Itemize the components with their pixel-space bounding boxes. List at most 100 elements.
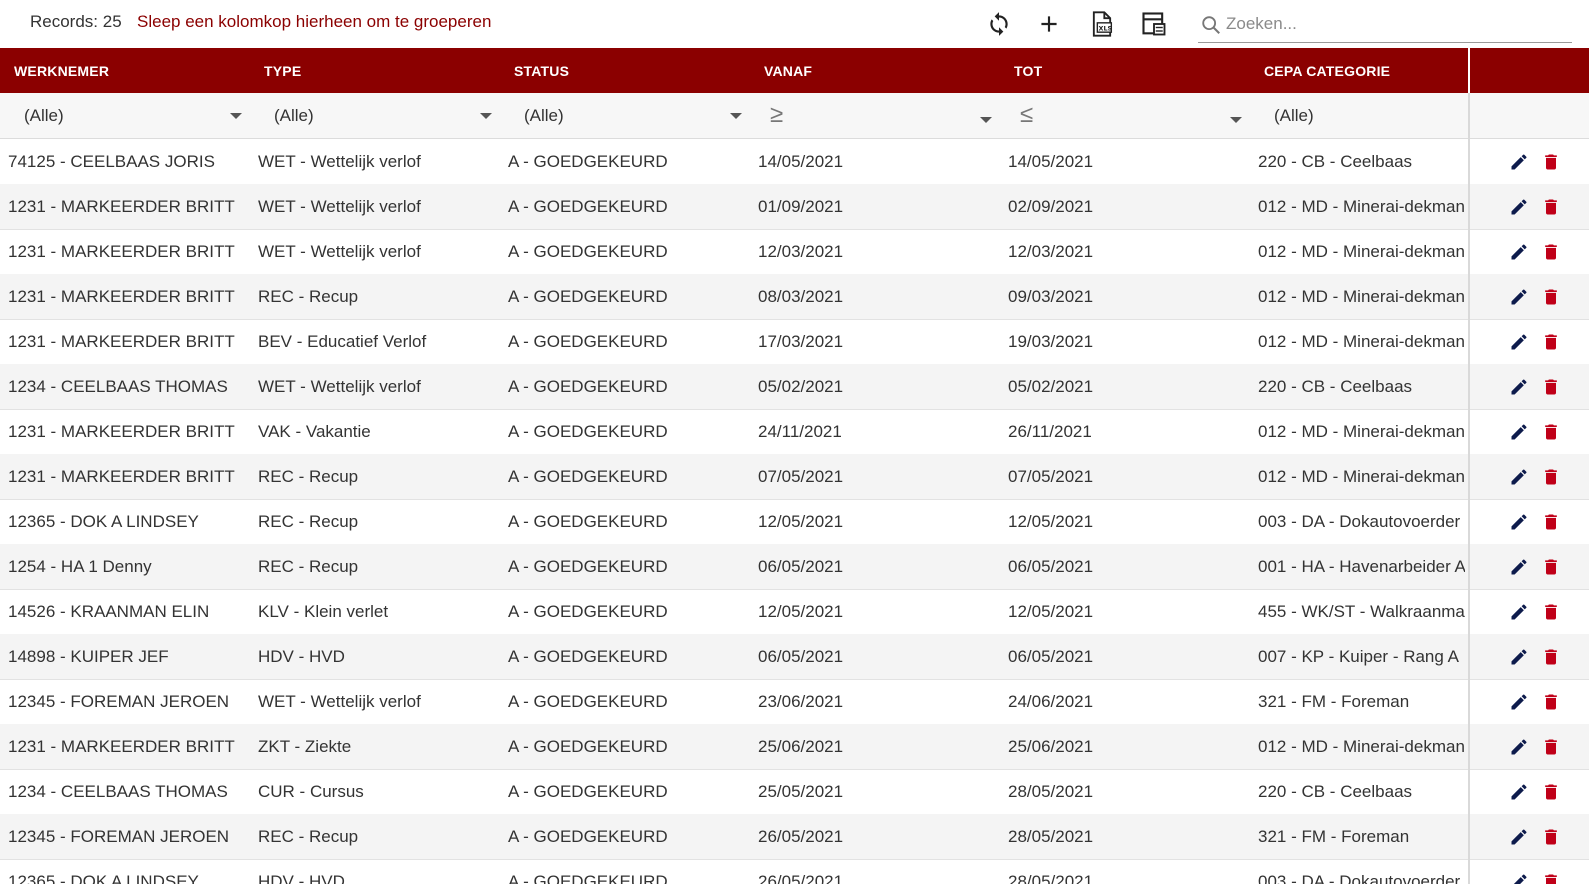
cell-type: WET - Wettelijk verlof xyxy=(258,376,421,396)
edit-button[interactable] xyxy=(1508,376,1530,398)
delete-button[interactable] xyxy=(1540,736,1562,758)
cell-tot: 14/05/2021 xyxy=(1008,151,1094,171)
edit-button[interactable] xyxy=(1508,466,1530,488)
add-button[interactable] xyxy=(1032,7,1066,41)
export-excel-button[interactable]: XLS xyxy=(1085,7,1119,41)
filter-cepa-categorie[interactable]: (Alle) xyxy=(1274,93,1464,138)
table-row[interactable]: 1231 - MARKEERDER BRITT WET - Wettelijk v… xyxy=(0,184,1589,230)
table-row[interactable]: 12365 - DOK A LINDSEY REC - Recup A - GOED… xyxy=(0,499,1589,545)
delete-button[interactable] xyxy=(1540,286,1562,308)
delete-button[interactable] xyxy=(1540,331,1562,353)
filter-werknemer-dropdown[interactable] xyxy=(230,113,242,119)
cell-type: KLV - Klein verlet xyxy=(258,601,389,621)
delete-button[interactable] xyxy=(1540,196,1562,218)
edit-button[interactable] xyxy=(1508,601,1530,623)
table-row[interactable]: 1231 - MARKEERDER BRITT ZKT - Ziekte A - G… xyxy=(0,724,1589,770)
table-row[interactable]: 14526 - KRAANMAN ELIN KLV - Klein verlet A… xyxy=(0,589,1589,635)
filter-type[interactable]: (Alle) xyxy=(274,93,474,138)
cell-status: A - GOEDGEKEURD xyxy=(508,871,668,884)
filter-type-dropdown[interactable] xyxy=(480,113,492,119)
cell-cepa-categorie: 007 - KP - Kuiper - Rang A xyxy=(1258,646,1459,666)
edit-button[interactable] xyxy=(1508,196,1530,218)
filter-status-dropdown[interactable] xyxy=(730,113,742,119)
cell-vanaf: 12/05/2021 xyxy=(758,601,844,621)
edit-button[interactable] xyxy=(1508,781,1530,803)
cell-werknemer: 1231 - MARKEERDER BRITT xyxy=(8,736,235,756)
filter-werknemer[interactable]: (Alle) xyxy=(24,93,224,138)
delete-button[interactable] xyxy=(1540,421,1562,443)
less-or-equal-icon[interactable]: ≤ xyxy=(1020,101,1033,129)
edit-button[interactable] xyxy=(1508,331,1530,353)
table-row[interactable]: 1231 - MARKEERDER BRITT VAK - Vakantie A -… xyxy=(0,409,1589,455)
delete-button[interactable] xyxy=(1540,646,1562,668)
cell-werknemer: 12345 - FOREMAN JEROEN xyxy=(8,691,230,711)
cell-vanaf: 07/05/2021 xyxy=(758,466,844,486)
table-row[interactable]: 12345 - FOREMAN JEROEN WET - Wettelijk ve… xyxy=(0,679,1589,725)
delete-button[interactable] xyxy=(1540,466,1562,488)
cell-tot: 12/05/2021 xyxy=(1008,511,1094,531)
table-row[interactable]: 74125 - CEELBAAS JORIS WET - Wettelijk ve… xyxy=(0,139,1589,185)
cell-cepa-categorie: 220 - CB - Ceelbaas xyxy=(1258,376,1413,396)
cell-werknemer: 14526 - KRAANMAN ELIN xyxy=(8,601,210,621)
delete-button[interactable] xyxy=(1540,556,1562,578)
filter-vanaf-dropdown[interactable] xyxy=(980,117,992,123)
delete-button[interactable] xyxy=(1540,691,1562,713)
table-row[interactable]: 1231 - MARKEERDER BRITT WET - Wettelijk v… xyxy=(0,229,1589,275)
group-panel-hint[interactable]: Sleep een kolomkop hierheen om te groepe… xyxy=(137,12,491,32)
grid-toolbar: Records: 25 Sleep een kolomkop hierheen … xyxy=(0,0,1589,48)
table-row[interactable]: 1254 - HA 1 Denny REC - Recup A - GOEDGEKE… xyxy=(0,544,1589,590)
trash-icon xyxy=(1545,424,1557,440)
edit-button[interactable] xyxy=(1508,511,1530,533)
filter-tot-dropdown[interactable] xyxy=(1230,117,1242,123)
delete-button[interactable] xyxy=(1540,601,1562,623)
table-row[interactable]: 1234 - CEELBAAS THOMAS CUR - Cursus A - GO… xyxy=(0,769,1589,815)
column-header-werknemer[interactable]: WERKNEMER xyxy=(14,48,254,93)
search-input[interactable] xyxy=(1226,10,1566,38)
edit-button[interactable] xyxy=(1508,421,1530,443)
column-header-type[interactable]: TYPE xyxy=(264,48,504,93)
edit-button[interactable] xyxy=(1508,556,1530,578)
edit-button[interactable] xyxy=(1508,286,1530,308)
delete-button[interactable] xyxy=(1540,781,1562,803)
trash-icon xyxy=(1545,829,1557,845)
search-icon xyxy=(1202,16,1220,34)
column-header-cepa-categorie[interactable]: CEPA CATEGORIE xyxy=(1264,48,1464,93)
column-chooser-button[interactable] xyxy=(1137,7,1171,41)
edit-button[interactable] xyxy=(1508,151,1530,173)
cell-tot: 28/05/2021 xyxy=(1008,826,1094,846)
column-header-vanaf[interactable]: VANAF xyxy=(764,48,1004,93)
edit-button[interactable] xyxy=(1508,871,1530,884)
delete-button[interactable] xyxy=(1540,241,1562,263)
table-row[interactable]: 14898 - KUIPER JEF HDV - HVD A - GOEDGEKEU… xyxy=(0,634,1589,680)
greater-or-equal-icon[interactable]: ≥ xyxy=(770,101,783,129)
cell-tot: 02/09/2021 xyxy=(1008,196,1094,216)
add-icon xyxy=(1041,16,1057,32)
filter-status[interactable]: (Alle) xyxy=(524,93,724,138)
edit-button[interactable] xyxy=(1508,646,1530,668)
delete-button[interactable] xyxy=(1540,376,1562,398)
delete-button[interactable] xyxy=(1540,826,1562,848)
table-row[interactable]: 1231 - MARKEERDER BRITT REC - Recup A - GO… xyxy=(0,454,1589,500)
delete-button[interactable] xyxy=(1540,151,1562,173)
cell-type: REC - Recup xyxy=(258,826,359,846)
delete-button[interactable] xyxy=(1540,511,1562,533)
cell-type: ZKT - Ziekte xyxy=(258,736,352,756)
search-box[interactable] xyxy=(1198,8,1572,43)
edit-button[interactable] xyxy=(1508,736,1530,758)
cell-type: WET - Wettelijk verlof xyxy=(258,691,421,711)
edit-button[interactable] xyxy=(1508,826,1530,848)
pencil-icon xyxy=(1513,874,1527,884)
cell-vanaf: 12/03/2021 xyxy=(758,241,844,261)
pencil-icon xyxy=(1511,199,1527,215)
table-row[interactable]: 12345 - FOREMAN JEROEN REC - Recup A - GOE… xyxy=(0,814,1589,860)
delete-button[interactable] xyxy=(1540,871,1562,884)
column-header-tot[interactable]: TOT xyxy=(1014,48,1254,93)
column-header-status[interactable]: STATUS xyxy=(514,48,754,93)
edit-button[interactable] xyxy=(1508,691,1530,713)
edit-button[interactable] xyxy=(1508,241,1530,263)
table-row[interactable]: 1231 - MARKEERDER BRITT BEV - Educatief V… xyxy=(0,319,1589,365)
table-row[interactable]: 1231 - MARKEERDER BRITT REC - Recup A - GO… xyxy=(0,274,1589,320)
refresh-button[interactable] xyxy=(982,7,1016,41)
table-row[interactable]: 1234 - CEELBAAS THOMAS WET - Wettelijk ve… xyxy=(0,364,1589,410)
table-row[interactable]: 12365 - DOK A LINDSEY HDV - HVD A - GOEDGE… xyxy=(0,859,1589,884)
